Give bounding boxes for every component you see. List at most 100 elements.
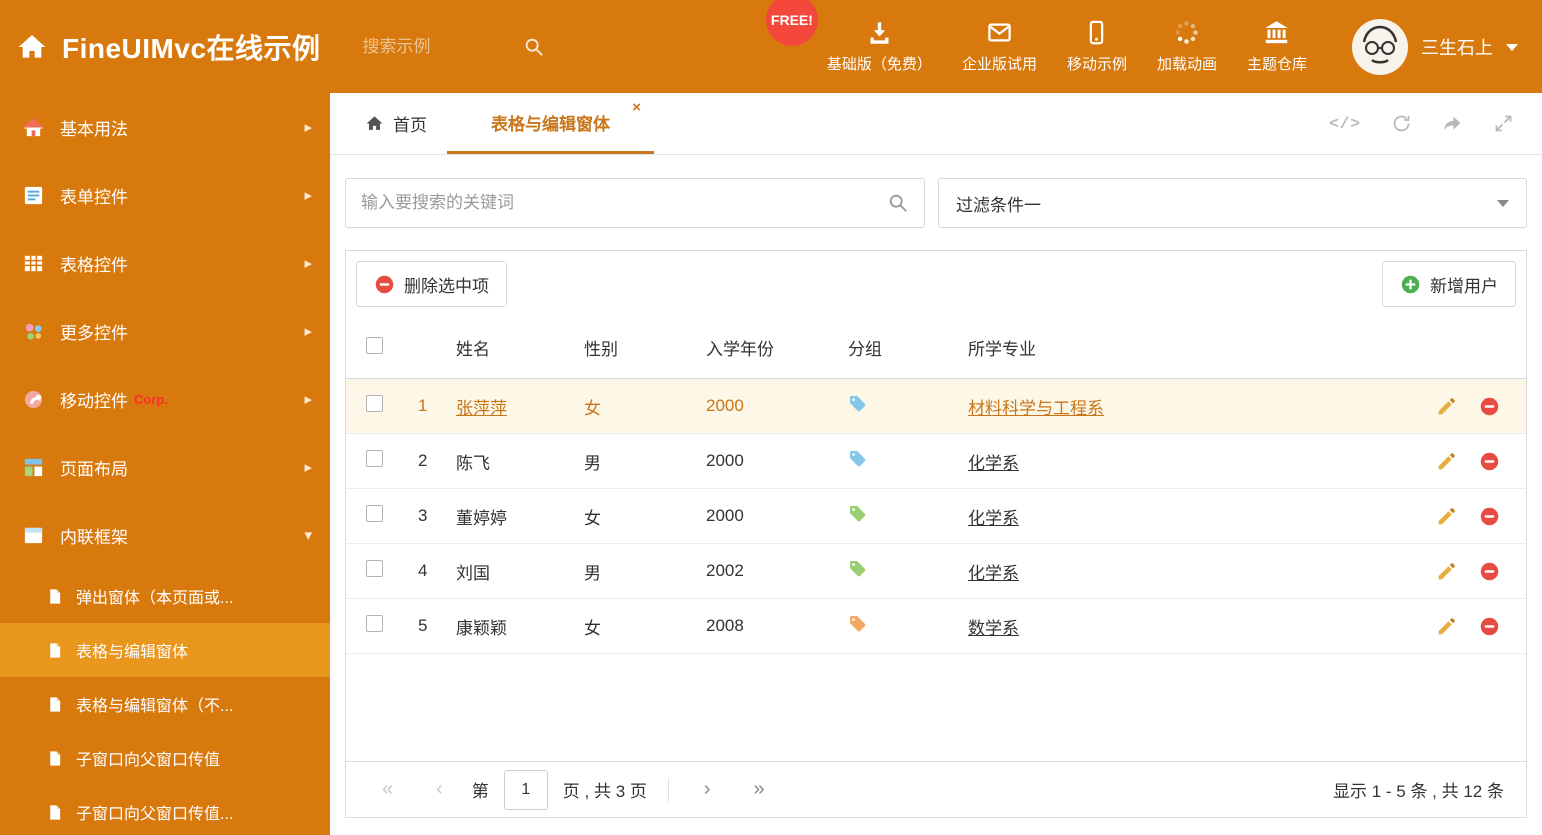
column-major[interactable]: 所学专业 (962, 335, 1414, 360)
app-header: FineUIMvc在线示例 FREE! 基础版（免费） 企业版试用 (0, 0, 1542, 93)
next-page-button[interactable]: › (690, 778, 725, 801)
download-icon (866, 19, 893, 46)
column-name[interactable]: 姓名 (450, 335, 578, 360)
edit-pencil-icon[interactable] (1436, 616, 1457, 637)
sidebar-item-label: 基本用法 (60, 119, 128, 139)
table-header: 姓名 性别 入学年份 分组 所学专业 (346, 317, 1526, 379)
sidebar-item-mobile-controls[interactable]: 移动控件 Corp. ▸ (0, 365, 330, 433)
page-number-input[interactable] (503, 769, 548, 810)
pagination-bar: « ‹ 第 页 , 共 3 页 › » 显示 1 - 5 条 , 共 12 条 (346, 761, 1526, 817)
row-checkbox[interactable] (366, 450, 383, 467)
user-name: 三生石上 (1421, 37, 1493, 58)
student-gender: 女 (584, 398, 601, 418)
last-page-button[interactable]: » (740, 778, 779, 801)
sidebar-subitem[interactable]: 子窗口向父窗口传值... (0, 785, 330, 835)
add-user-button[interactable]: 新增用户 (1382, 261, 1516, 307)
row-checkbox[interactable] (366, 395, 383, 412)
brand[interactable]: FineUIMvc在线示例 (16, 0, 321, 93)
delete-minus-icon[interactable] (1479, 506, 1500, 527)
table-icon (22, 252, 45, 275)
search-icon[interactable] (523, 36, 545, 58)
share-icon[interactable] (1442, 113, 1463, 134)
file-icon (46, 642, 63, 659)
sidebar-item-grid-controls[interactable]: 表格控件 ▸ (0, 229, 330, 297)
edit-pencil-icon[interactable] (1436, 396, 1457, 417)
envelope-icon (986, 19, 1013, 46)
sidebar-submenu: 弹出窗体（本页面或... 表格与编辑窗体 表格与编辑窗体（不... 子窗口向父窗… (0, 569, 330, 835)
sidebar-item-form-controls[interactable]: 表单控件 ▸ (0, 161, 330, 229)
tab-grid-edit-window[interactable]: 表格与编辑窗体 × (447, 93, 654, 154)
user-menu[interactable]: 三生石上 (1352, 0, 1518, 93)
row-number: 1 (418, 396, 428, 415)
sidebar-subitem-label: 弹出窗体（本页面或... (76, 590, 234, 607)
shapes-icon (22, 320, 45, 343)
row-checkbox[interactable] (366, 560, 383, 577)
tab-home[interactable]: 首页 (345, 93, 447, 154)
spinner-icon (1173, 19, 1200, 46)
sidebar-item-more-controls[interactable]: 更多控件 ▸ (0, 297, 330, 365)
major-link[interactable]: 数学系 (968, 619, 1019, 638)
column-group[interactable]: 分组 (842, 335, 962, 360)
refresh-icon[interactable] (1391, 113, 1412, 134)
nav-item-theme-store[interactable]: 主题仓库 (1232, 0, 1322, 93)
sidebar-subitem[interactable]: 表格与编辑窗体（不... (0, 677, 330, 731)
row-checkbox[interactable] (366, 615, 383, 632)
sidebar-item-label: 内联框架 (60, 527, 128, 547)
row-checkbox[interactable] (366, 505, 383, 522)
edit-pencil-icon[interactable] (1436, 451, 1457, 472)
sidebar-item-basic-usage[interactable]: 基本用法 ▸ (0, 93, 330, 161)
nav-item-enterprise-trial[interactable]: 企业版试用 (947, 0, 1052, 93)
grid-panel: 删除选中项 新增用户 姓名 性别 入学年份 分组 所学专业 1 张萍萍 女 20… (345, 250, 1527, 818)
delete-selected-button[interactable]: 删除选中项 (356, 261, 507, 307)
sidebar-item-label: 更多控件 (60, 323, 128, 343)
filter-dropdown[interactable]: 过滤条件一 (938, 178, 1527, 228)
corp-badge: Corp. (134, 391, 168, 407)
free-badge: FREE! (765, 0, 818, 46)
delete-minus-icon[interactable] (1479, 396, 1500, 417)
edit-pencil-icon[interactable] (1436, 506, 1457, 527)
table-row: 5 康颖颖 女 2008 数学系 (346, 599, 1526, 654)
student-name-link[interactable]: 刘国 (456, 564, 490, 583)
major-link[interactable]: 化学系 (968, 509, 1019, 528)
student-gender: 女 (584, 618, 601, 638)
sidebar-subitem[interactable]: 表格与编辑窗体 (0, 623, 330, 677)
sidebar-subitem-label: 子窗口向父窗口传值 (76, 752, 221, 769)
sidebar-subitem[interactable]: 子窗口向父窗口传值 (0, 731, 330, 785)
student-name-link[interactable]: 董婷婷 (456, 509, 507, 528)
keyword-search-input[interactable] (361, 193, 887, 213)
nav-item-loading-animation[interactable]: 加载动画 (1142, 0, 1232, 93)
major-link[interactable]: 化学系 (968, 454, 1019, 473)
column-gender[interactable]: 性别 (578, 335, 700, 360)
delete-minus-icon[interactable] (1479, 451, 1500, 472)
major-link[interactable]: 材料科学与工程系 (968, 399, 1104, 418)
prev-page-button[interactable]: ‹ (422, 778, 457, 801)
table-row: 2 陈飞 男 2000 化学系 (346, 434, 1526, 489)
expand-icon[interactable] (1493, 113, 1514, 134)
grid-toolbar: 删除选中项 新增用户 (346, 251, 1526, 317)
delete-minus-icon[interactable] (1479, 561, 1500, 582)
sidebar-subitem[interactable]: 弹出窗体（本页面或... (0, 569, 330, 623)
header-search-input[interactable] (362, 36, 523, 57)
bank-icon (1263, 19, 1290, 46)
student-name-link[interactable]: 康颖颖 (456, 619, 507, 638)
close-icon[interactable]: × (632, 100, 641, 115)
delete-minus-icon[interactable] (1479, 616, 1500, 637)
source-code-icon[interactable]: </> (1329, 115, 1361, 133)
sidebar-subitem-label: 表格与编辑窗体（不... (76, 698, 234, 715)
nav-item-basic-free[interactable]: FREE! 基础版（免费） (765, 0, 947, 93)
student-name-link[interactable]: 张萍萍 (456, 399, 507, 418)
edit-pencil-icon[interactable] (1436, 561, 1457, 582)
select-all-checkbox[interactable] (366, 336, 383, 354)
layout-icon (22, 456, 45, 479)
column-year[interactable]: 入学年份 (700, 335, 842, 360)
chevron-right-icon: ▸ (304, 255, 312, 272)
major-link[interactable]: 化学系 (968, 564, 1019, 583)
nav-item-mobile-demo[interactable]: 移动示例 (1052, 0, 1142, 93)
first-page-button[interactable]: « (368, 778, 407, 801)
sidebar-item-inline-frame[interactable]: 内联框架 ▾ (0, 501, 330, 569)
sidebar-item-page-layout[interactable]: 页面布局 ▸ (0, 433, 330, 501)
chevron-right-icon: ▸ (304, 119, 312, 136)
enrollment-year: 2000 (706, 396, 744, 415)
student-name-link[interactable]: 陈飞 (456, 454, 490, 473)
search-icon[interactable] (887, 192, 909, 214)
